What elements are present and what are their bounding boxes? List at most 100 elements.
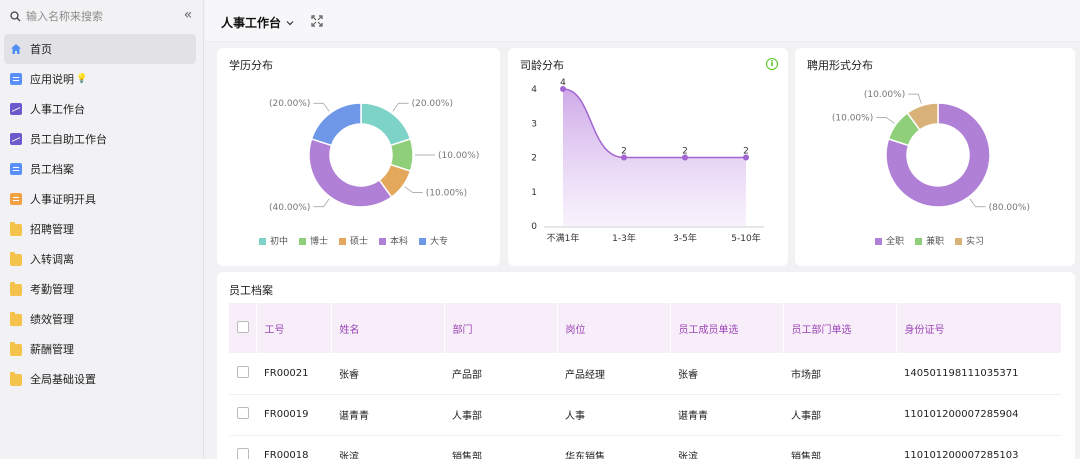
sidebar-item[interactable]: 首页	[4, 34, 196, 64]
tenure-data-label: 2	[682, 147, 688, 157]
row-checkbox[interactable]	[237, 448, 249, 459]
folder-icon	[10, 222, 22, 236]
tenure-x-tick-label: 3-5年	[673, 232, 697, 244]
sidebar-item-label: 招聘管理	[30, 223, 74, 236]
document-icon	[10, 163, 22, 175]
table-cell: 张睿	[331, 353, 444, 395]
table-cell: FR00021	[256, 353, 331, 395]
education-slice[interactable]	[308, 137, 393, 208]
sidebar-item[interactable]: 薪酬管理	[4, 334, 196, 364]
fullscreen-icon[interactable]	[311, 15, 323, 27]
education-legend-label[interactable]: 初中	[270, 235, 288, 247]
workspace-switcher[interactable]: 人事工作台	[221, 14, 295, 31]
column-header[interactable]: 工号	[256, 303, 332, 353]
column-header[interactable]: 员工成员单选	[670, 303, 784, 353]
row-checkbox[interactable]	[237, 407, 249, 419]
employment-donut-chart: (80.00%) (10.00%) (10.00%) 全职 兼职 实习	[832, 90, 1030, 247]
document-icon	[10, 73, 22, 85]
education-slice[interactable]	[360, 102, 412, 147]
sidebar-item-label: 人事工作台	[30, 103, 85, 116]
column-header[interactable]: 姓名	[331, 303, 445, 353]
employment-percent-label: (10.00%)	[832, 113, 873, 123]
education-legend-label[interactable]: 大专	[430, 235, 448, 247]
employment-leader-line	[876, 117, 895, 124]
sidebar-item[interactable]: 入转调离	[4, 244, 196, 274]
dashboard-icon	[10, 133, 22, 145]
employment-legend-label[interactable]: 兼职	[926, 235, 944, 247]
table-header-row: 工号 姓名 部门 岗位 员工成员单选 员工部门单选 身份证号	[229, 303, 1062, 353]
table-cell: 华东销售	[557, 435, 670, 459]
folder-icon	[10, 342, 22, 356]
employment-legend-swatch	[955, 238, 962, 245]
row-checkbox-cell	[229, 394, 256, 436]
row-checkbox-cell	[229, 353, 256, 395]
table-row[interactable]: FR00019 谌青青 人事部 人事 谌青青 人事部 110101200007285904	[229, 394, 1061, 436]
table-cell: 张滨	[331, 435, 444, 459]
education-legend-label[interactable]: 硕士	[350, 235, 368, 247]
sidebar-item[interactable]: 全局基础设置	[4, 364, 196, 394]
table-cell: 人事	[557, 394, 670, 436]
sidebar-item[interactable]: 人事工作台	[4, 94, 196, 124]
sidebar-item-label: 薪酬管理	[30, 343, 74, 356]
sidebar-item-label: 应用说明	[30, 73, 74, 86]
education-leader-line	[404, 186, 423, 193]
folder-icon	[10, 282, 22, 296]
column-header[interactable]: 员工部门单选	[783, 303, 897, 353]
document-icon	[10, 193, 22, 205]
education-legend-swatch	[339, 238, 346, 245]
education-leader-line	[313, 198, 330, 208]
search-input[interactable]	[26, 9, 166, 23]
education-legend-swatch	[259, 238, 266, 245]
row-checkbox-cell	[229, 435, 256, 459]
education-percent-label: (40.00%)	[269, 203, 310, 213]
chevron-down-icon	[286, 20, 294, 25]
employment-legend-swatch	[875, 238, 882, 245]
employment-legend-label[interactable]: 实习	[966, 235, 984, 247]
table-row[interactable]: FR00021 张睿 产品部 产品经理 张睿 市场部 140501198111035371	[229, 353, 1061, 395]
select-all-checkbox[interactable]	[237, 320, 249, 333]
table-cell: FR00019	[256, 394, 331, 436]
sidebar-item[interactable]: 考勤管理	[4, 274, 196, 304]
sidebar-item-label: 员工档案	[30, 163, 74, 176]
folder-icon	[10, 312, 22, 326]
employment-legend-swatch	[915, 238, 922, 245]
tenure-x-tick-label: 1-3年	[612, 232, 636, 244]
lightbulb-icon: 💡	[76, 74, 88, 84]
tenure-x-tick-label: 5-10年	[731, 232, 760, 244]
column-header[interactable]: 身份证号	[896, 303, 1062, 353]
employment-percent-label: (80.00%)	[989, 203, 1030, 213]
collapse-sidebar-icon[interactable]: «	[180, 8, 196, 24]
sidebar-item[interactable]: 招聘管理	[4, 214, 196, 244]
sidebar-item[interactable]: 员工自助工作台	[4, 124, 196, 154]
education-percent-label: (20.00%)	[412, 99, 453, 109]
sidebar-item[interactable]: 绩效管理	[4, 304, 196, 334]
table-cell: 张滨	[670, 435, 783, 459]
table-cell: 产品部	[444, 353, 557, 395]
top-bar: 人事工作台	[205, 0, 1080, 42]
table-row[interactable]: FR00018 张滨 销售部 华东销售 张滨 销售部 110101200007285103	[229, 435, 1061, 459]
table-cell: 销售部	[444, 435, 557, 459]
table-cell: 110101200007285904	[896, 394, 1061, 436]
tenure-data-label: 2	[743, 147, 749, 157]
education-percent-label: (10.00%)	[426, 189, 467, 199]
table-cell: 人事部	[783, 394, 896, 436]
folder-icon	[10, 252, 22, 266]
sidebar-item[interactable]: 员工档案	[4, 154, 196, 184]
sidebar-item-label: 人事证明开具	[30, 193, 96, 206]
education-chart-card: 学历分布 (20.00%) (10.00%) (10.00%) (40.00%) (20…	[217, 48, 500, 266]
education-legend-label[interactable]: 博士	[310, 235, 328, 247]
sidebar-item[interactable]: 人事证明开具	[4, 184, 196, 214]
column-header[interactable]: 部门	[444, 303, 558, 353]
employment-leader-line	[969, 198, 986, 208]
sidebar-item-label: 考勤管理	[30, 283, 74, 296]
employee-records-title: 员工档案	[229, 284, 273, 297]
folder-icon	[10, 372, 22, 386]
search-box[interactable]: «	[10, 6, 196, 26]
education-legend-label[interactable]: 本科	[390, 235, 408, 247]
education-slice[interactable]	[310, 102, 362, 147]
education-leader-line	[313, 102, 330, 112]
employment-legend-label[interactable]: 全职	[886, 235, 904, 247]
row-checkbox[interactable]	[237, 365, 249, 378]
sidebar-item[interactable]: 应用说明 💡	[4, 64, 196, 94]
column-header[interactable]: 岗位	[557, 303, 671, 353]
